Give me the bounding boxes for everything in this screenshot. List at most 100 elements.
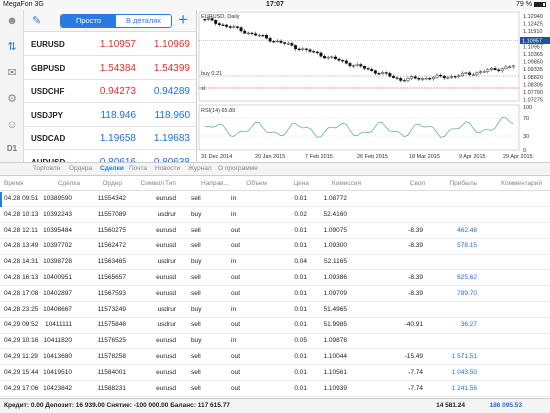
table-row[interactable]: 04.28 10:13 10392243 11557089 usdrur buy in 0.… — [0, 208, 550, 223]
cell-3: eurusd — [156, 226, 176, 234]
column-header[interactable]: Направ... — [201, 180, 231, 187]
table-row[interactable]: 04.28 13:49 10397702 11562472 eurusd sell out… — [0, 239, 550, 255]
table-row[interactable]: 04.29 11:29 10413680 11578258 eurusd sell out… — [0, 350, 550, 366]
quote-ask: 0.94289 — [153, 86, 190, 97]
quote-ask: 1.10969 — [153, 39, 190, 50]
simple-mode-button[interactable]: Просто — [61, 15, 116, 27]
cell-4: sell — [191, 321, 201, 329]
quote-row[interactable]: USDCHF 0.94273 0.94289 — [24, 80, 196, 103]
table-row[interactable]: 04.28 09:51 10389590 11554342 eurusd sell in 0… — [0, 192, 550, 208]
quote-row[interactable]: USDCAD 1.19658 1.19683 — [24, 127, 196, 150]
cell-7: 52.1165 — [323, 258, 347, 266]
battery-label: 79 % — [516, 1, 532, 8]
price-chart[interactable]: EURUSD, Daily RSI(14) 65.89 1.12940 1.12425… — [196, 10, 550, 162]
table-row[interactable]: 04.28 23:25 10408667 11573249 usdrur buy in 0.… — [0, 303, 550, 318]
column-header[interactable]: Своп — [380, 180, 425, 187]
settings-icon[interactable]: ⚙ — [4, 92, 20, 106]
price-tick: 1.08305 — [523, 82, 543, 88]
cell-9: -8.39 — [408, 226, 423, 234]
cell-0: 04.29 10:16 — [4, 337, 39, 345]
timeframe-button[interactable]: D1 — [4, 142, 20, 156]
cell-10: 36.27 — [460, 321, 477, 329]
cell-5: in — [231, 195, 237, 202]
account-icon[interactable]: ☻ — [4, 14, 20, 28]
table-row[interactable]: 04.29 17:06 10423842 11588231 eurusd sell out… — [0, 382, 550, 397]
date-tick: 7 Feb 2015 — [305, 154, 333, 160]
chart-title: EURUSD, Daily — [201, 14, 240, 20]
date-tick: 31 Dec 2014 — [201, 154, 232, 160]
tab-3[interactable]: Сделки — [100, 165, 124, 172]
table-row[interactable]: 04.28 16:13 10400951 11565657 eurusd sell out… — [0, 271, 550, 287]
candle-body — [232, 26, 236, 28]
price-tick: 1.07275 — [523, 98, 543, 104]
cell-1: 10419510 — [43, 368, 72, 376]
column-header[interactable]: Комиссия — [315, 180, 361, 187]
candle-body — [250, 32, 254, 35]
cell-2: 11563465 — [97, 258, 126, 266]
column-header[interactable]: Тип — [165, 180, 195, 187]
cell-10: 1 241.56 — [451, 384, 477, 392]
column-header[interactable]: Прибыль — [432, 180, 478, 187]
cell-9: -7.74 — [408, 384, 423, 392]
tab-6[interactable]: Журнал — [188, 165, 212, 172]
candle-body — [275, 40, 279, 43]
candle-body — [500, 68, 504, 71]
cell-5: out — [231, 321, 241, 329]
candle-body — [257, 35, 261, 37]
column-header[interactable]: Объем — [235, 180, 267, 187]
cell-4: sell — [191, 289, 201, 297]
cell-0: 04.28 09:51 — [4, 195, 39, 202]
cell-0: 04.29 09:52 — [4, 321, 39, 329]
cell-10: 1 043.50 — [451, 368, 477, 376]
cell-4: sell — [191, 384, 201, 392]
cell-5: out — [231, 242, 241, 250]
chat-icon[interactable]: ✉ — [4, 66, 20, 80]
price-tick: 1.10957 — [523, 44, 543, 50]
cell-3: usdrur — [157, 305, 176, 313]
quotes-icon[interactable]: ⇅ — [4, 40, 20, 54]
users-icon[interactable]: ☺ — [4, 118, 20, 132]
candle-body — [203, 19, 207, 21]
candle-body — [348, 63, 352, 67]
quote-row[interactable]: GBPUSD 1.54384 1.54399 — [24, 56, 196, 80]
table-row[interactable]: 04.28 17:08 10402897 11567593 eurusd sell out… — [0, 287, 550, 302]
column-header[interactable]: Символ — [128, 180, 164, 187]
candle-body — [315, 51, 319, 54]
cell-2: 11554342 — [97, 195, 126, 202]
quote-symbol: USDJPY — [31, 110, 64, 120]
quote-row[interactable]: USDJPY 118.946 118.960 — [24, 103, 196, 127]
candle-body — [428, 78, 432, 80]
table-row[interactable]: 04.29 15:44 10419510 11584001 eurusd sell out… — [0, 366, 550, 381]
cell-3: eurusd — [156, 195, 176, 202]
column-header[interactable]: Цена — [271, 180, 309, 187]
tab-5[interactable]: Новости — [155, 165, 180, 172]
detail-mode-button[interactable]: В деталях — [116, 15, 171, 27]
column-header[interactable]: Время — [4, 180, 44, 187]
candle-body — [217, 23, 221, 26]
column-header[interactable]: Сделка — [44, 180, 80, 187]
tab-4[interactable]: Почта — [129, 165, 147, 172]
tab-1[interactable]: Торговля — [33, 165, 60, 172]
sl-level-label: sl — [201, 86, 205, 92]
column-header[interactable]: Комментарий — [487, 180, 542, 187]
tab-7[interactable]: О программе — [218, 165, 258, 172]
candle-body — [352, 65, 356, 67]
candle-body — [355, 64, 359, 66]
tab-2[interactable]: Ордера — [69, 165, 92, 172]
candle-body — [395, 77, 399, 79]
candle-body — [323, 55, 327, 59]
table-row[interactable]: 04.29 09:52 10411111 11575846 usdrur sell out… — [0, 318, 550, 334]
table-row[interactable]: 04.28 12:11 10395484 11560275 eurusd sell out… — [0, 224, 550, 239]
cell-5: out — [231, 384, 241, 392]
pencil-icon[interactable]: ✎ — [32, 14, 41, 27]
cell-10: 578.15 — [457, 242, 477, 250]
add-symbol-button[interactable]: + — [178, 11, 188, 29]
candle-body — [464, 72, 468, 74]
table-row[interactable]: 04.29 10:16 10411820 11576525 eurusd buy in 0.… — [0, 334, 550, 350]
candle-body — [344, 60, 348, 64]
selection-marker — [0, 192, 2, 207]
cell-4: sell — [191, 226, 201, 234]
quote-row[interactable]: EURUSD 1.10957 1.10969 — [24, 33, 196, 56]
column-header[interactable]: Ордер — [80, 180, 122, 187]
table-row[interactable]: 04.28 14:31 10398728 11563465 usdrur buy in 0.… — [0, 255, 550, 271]
